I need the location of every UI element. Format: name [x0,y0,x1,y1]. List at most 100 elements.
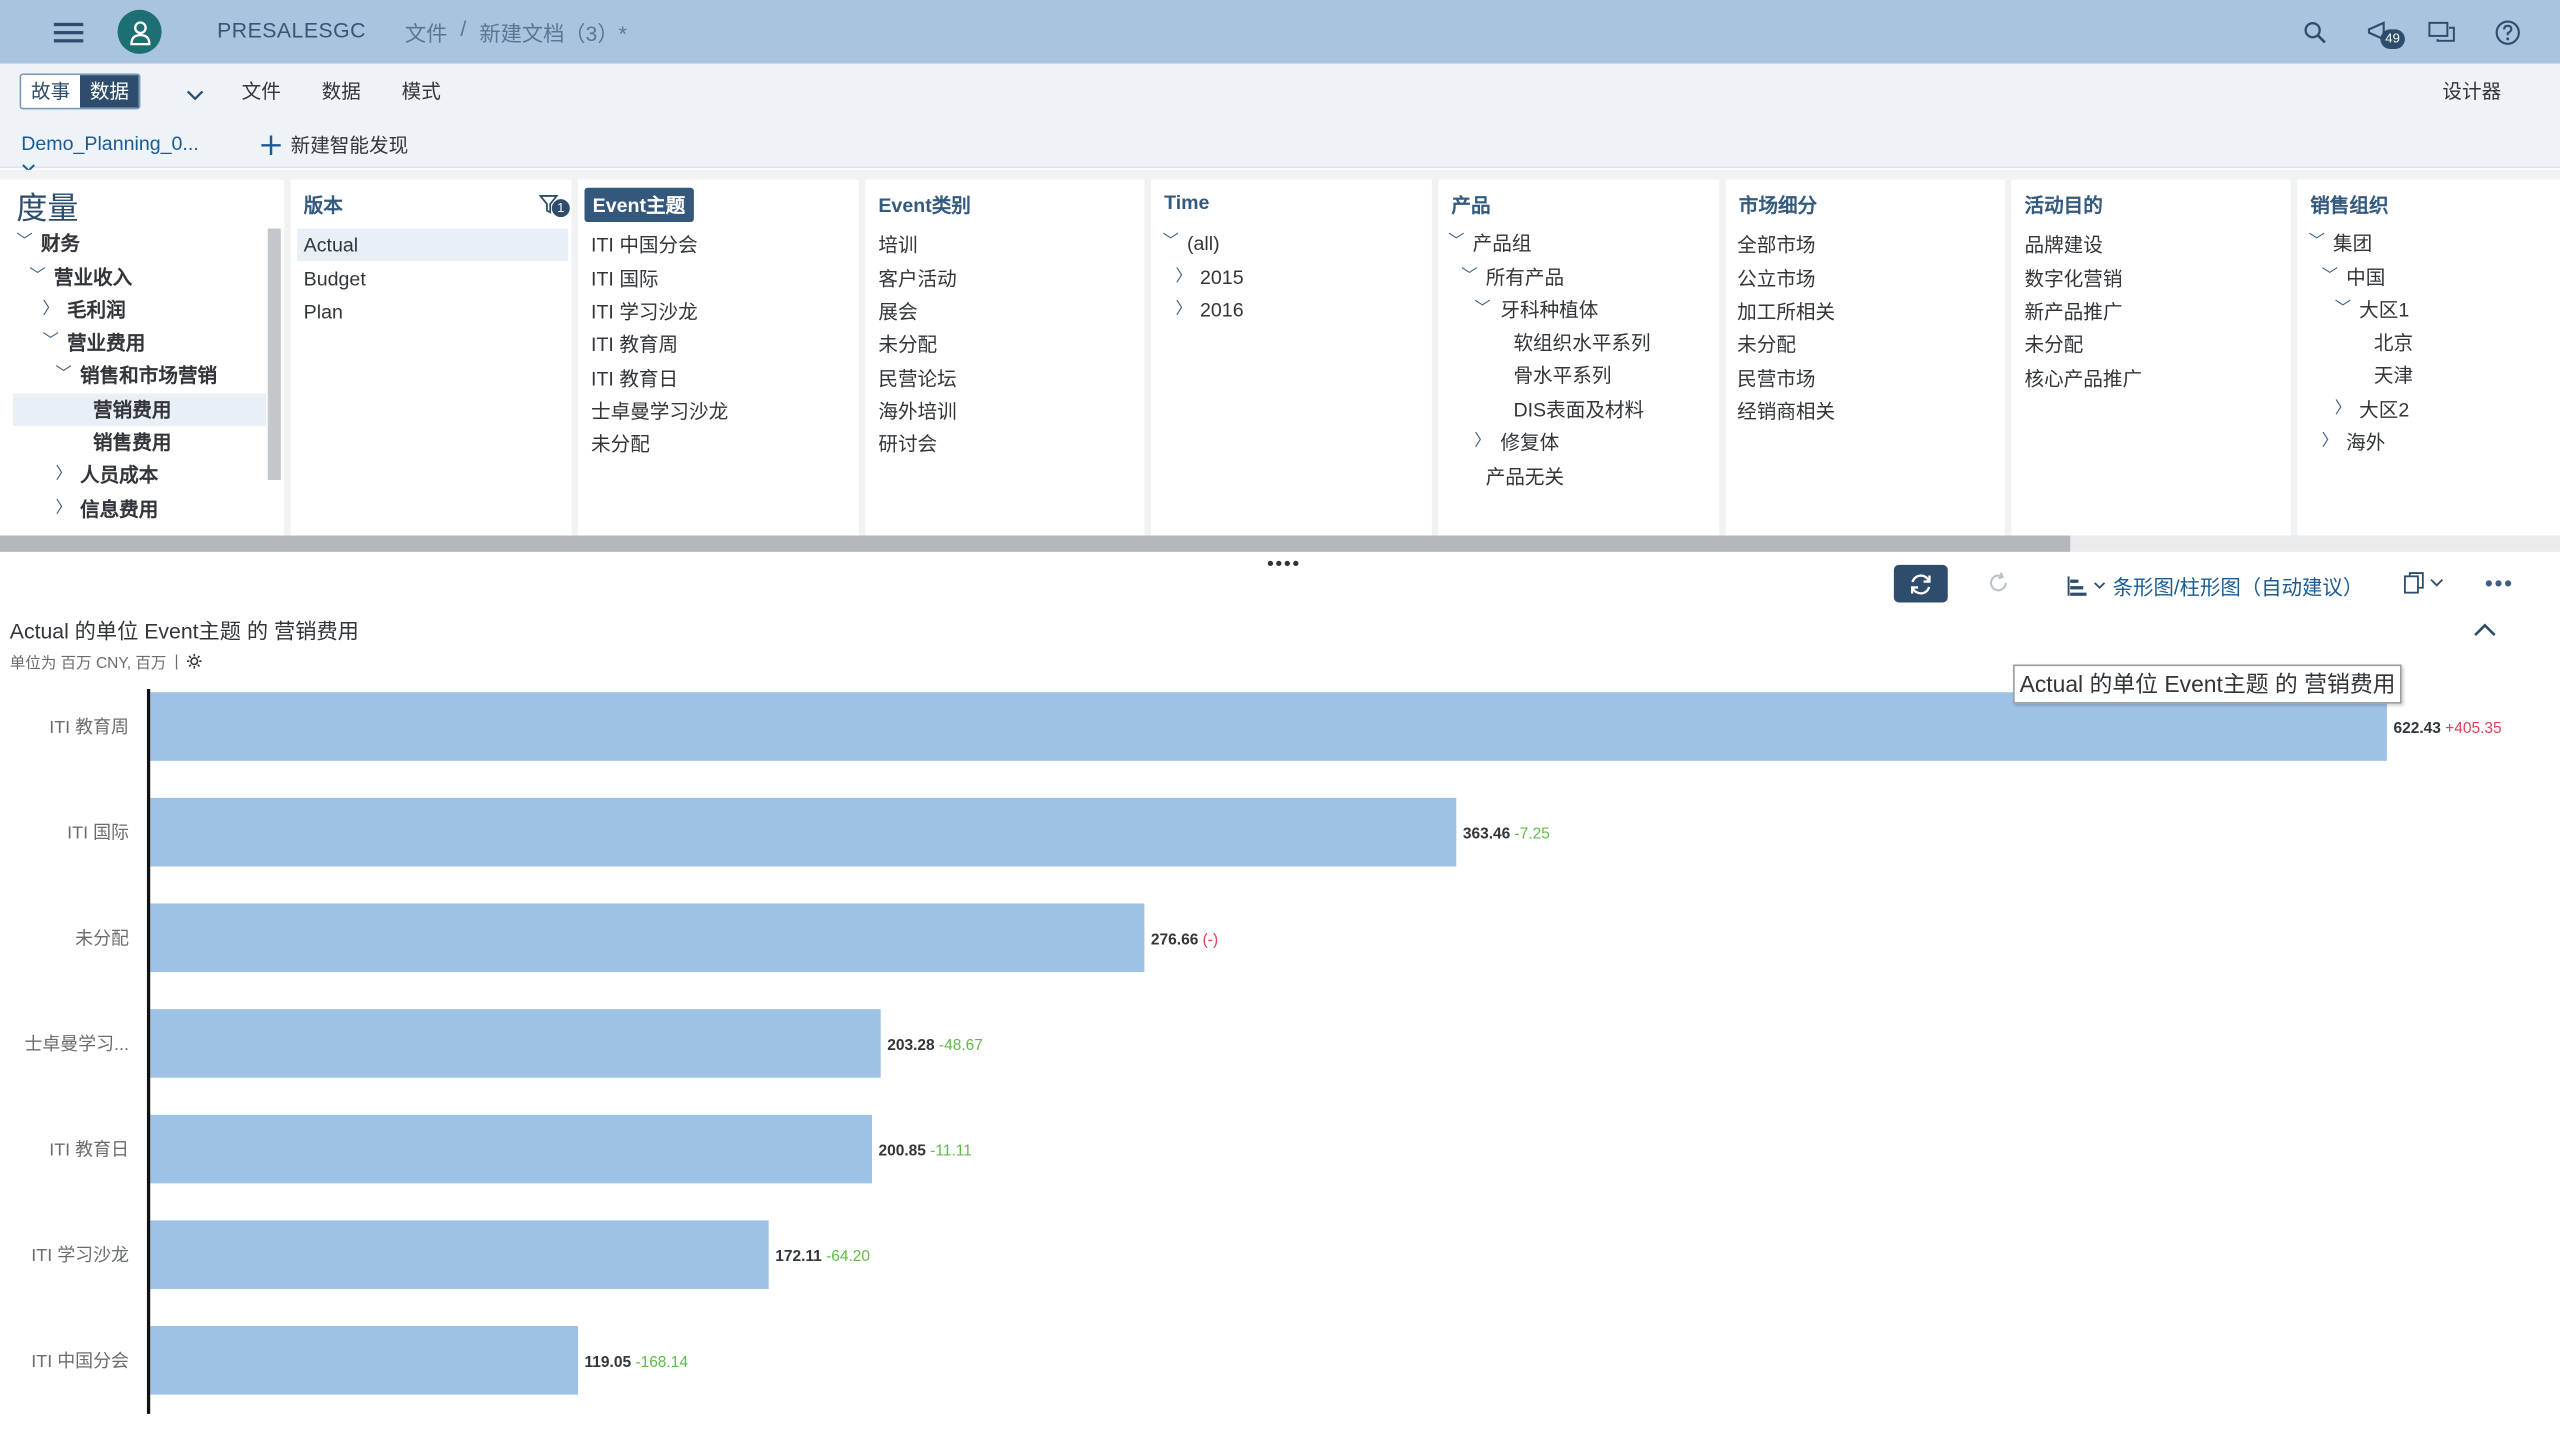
expand-chevron-icon[interactable]: ﹀ [16,227,32,260]
expand-chevron-icon[interactable]: ﹀ [29,261,45,294]
breadcrumb-file[interactable]: 文件 [405,16,447,47]
purpose-item[interactable]: 品牌建设 [2024,229,2102,262]
collapse-toolbar-chevron-icon[interactable] [186,80,204,109]
product-item[interactable]: 牙科种植体 [1500,294,1598,327]
sales-org-item[interactable]: 大区1 [2359,294,2409,327]
event-type-item[interactable]: 民营论坛 [878,362,956,395]
version-item-selected[interactable]: Actual [297,228,569,262]
bar[interactable] [150,1009,881,1078]
event-topic-item[interactable]: ITI 教育日 [591,362,678,395]
user-avatar-icon[interactable] [117,9,162,54]
bar[interactable] [150,903,1145,973]
version-header[interactable]: 版本 [304,191,343,219]
event-topic-item[interactable]: ITI 中国分会 [591,229,698,262]
time-header[interactable]: Time [1164,191,1209,214]
collapse-chevron-icon[interactable]: 〉 [1474,426,1490,459]
collapse-chevron-icon[interactable]: 〉 [56,459,72,492]
measures-scrollbar[interactable] [267,228,281,481]
bar[interactable] [150,797,1457,867]
event-type-header[interactable]: Event类别 [878,191,971,219]
collapse-chevron-icon[interactable]: 〉 [1176,294,1192,327]
product-item[interactable]: 修复体 [1500,426,1559,459]
product-item[interactable]: 软组织水平系列 [1513,327,1650,360]
refresh-button[interactable] [1893,564,1948,603]
market-header[interactable]: 市场细分 [1739,191,1817,219]
collapse-chart-chevron-icon[interactable] [2473,616,2496,645]
mode-menu[interactable]: 模式 [402,77,441,105]
expand-chevron-icon[interactable]: ﹀ [2335,294,2351,327]
product-header[interactable]: 产品 [1451,191,1490,219]
event-topic-item[interactable]: ITI 学习沙龙 [591,296,698,329]
collapse-chevron-icon[interactable]: 〉 [56,493,72,526]
filter-icon[interactable]: 1 [538,193,570,222]
measure-item[interactable]: 信息费用 [80,493,158,526]
product-item[interactable]: 产品组 [1473,227,1532,260]
event-type-item[interactable]: 研讨会 [878,428,937,461]
expand-chevron-icon[interactable]: ﹀ [1461,261,1477,294]
event-type-item[interactable]: 海外培训 [878,395,956,428]
time-item[interactable]: 2015 [1200,261,1244,294]
market-item[interactable]: 未分配 [1737,328,1796,361]
measure-item[interactable]: 销售费用 [93,426,171,459]
purpose-item[interactable]: 核心产品推广 [2024,362,2142,395]
market-item[interactable]: 全部市场 [1737,229,1815,262]
expand-chevron-icon[interactable]: ﹀ [2309,227,2325,260]
new-smart-discovery-button[interactable]: 新建智能发现 [261,131,408,159]
event-type-item[interactable]: 展会 [878,296,917,329]
collapse-chevron-icon[interactable]: 〉 [2322,426,2338,459]
bar[interactable] [150,1326,579,1395]
measure-item[interactable]: 营业费用 [67,327,145,360]
purpose-item[interactable]: 数字化营销 [2024,263,2122,296]
expand-chevron-icon[interactable]: ﹀ [56,359,72,392]
sales-org-header[interactable]: 销售组织 [2310,191,2388,219]
data-view-button[interactable]: 数据 [80,75,139,108]
scrollbar-thumb[interactable] [0,535,2071,552]
discussions-icon[interactable] [2426,16,2459,49]
measure-item[interactable]: 毛利润 [67,294,126,327]
event-topic-item[interactable]: ITI 教育周 [591,328,678,361]
collapse-chevron-icon[interactable]: 〉 [2335,393,2351,426]
purpose-item[interactable]: 新产品推广 [2024,296,2122,329]
bar[interactable] [150,1114,872,1184]
expand-chevron-icon[interactable]: ﹀ [1448,227,1464,260]
copy-icon[interactable] [2403,571,2445,602]
event-topic-header[interactable]: Event主题 [584,187,694,223]
sales-org-item[interactable]: 海外 [2346,426,2385,459]
market-item[interactable]: 经销商相关 [1737,395,1835,428]
market-item[interactable]: 公立市场 [1737,263,1815,296]
expand-chevron-icon[interactable]: ﹀ [42,327,58,360]
product-item[interactable]: 所有产品 [1486,261,1564,294]
file-menu[interactable]: 文件 [242,77,281,105]
expand-chevron-icon[interactable]: ﹀ [1162,227,1178,260]
help-icon[interactable] [2491,16,2524,49]
sales-org-item[interactable]: 大区2 [2359,393,2409,426]
bar[interactable] [150,1220,769,1289]
measure-item[interactable]: 销售和市场营销 [80,359,217,392]
sales-org-item[interactable]: 北京 [2374,327,2413,360]
hamburger-menu-icon[interactable] [53,18,84,44]
sales-org-item[interactable]: 天津 [2374,359,2413,392]
measure-item[interactable]: 营业收入 [54,261,132,294]
more-options-icon[interactable]: ••• [2485,570,2514,596]
event-type-item[interactable]: 未分配 [878,328,937,361]
event-topic-item[interactable]: 士卓曼学习沙龙 [591,395,728,428]
market-item[interactable]: 加工所相关 [1737,296,1835,329]
panels-horizontal-scrollbar[interactable] [0,535,2560,552]
collapse-chevron-icon[interactable]: 〉 [42,294,58,327]
market-item[interactable]: 民营市场 [1737,362,1815,395]
time-item[interactable]: (all) [1187,227,1220,260]
product-item[interactable]: DIS表面及材料 [1513,393,1644,426]
measure-item[interactable]: 人员成本 [80,459,158,492]
version-item[interactable]: Budget [304,263,366,296]
event-topic-item[interactable]: ITI 国际 [591,263,659,296]
event-topic-item[interactable]: 未分配 [591,428,650,461]
purpose-header[interactable]: 活动目的 [2024,191,2102,219]
expand-chevron-icon[interactable]: ﹀ [2322,261,2338,294]
resize-handle[interactable]: •••• [1267,552,1301,575]
search-icon[interactable] [2299,16,2332,49]
measure-item[interactable]: 财务 [41,227,80,260]
product-item[interactable]: 骨水平系列 [1513,359,1611,392]
chart-type-selector[interactable]: 条形图/柱形图（自动建议） [2067,570,2363,601]
sales-org-item[interactable]: 中国 [2346,261,2385,294]
story-view-button[interactable]: 故事 [21,75,81,108]
